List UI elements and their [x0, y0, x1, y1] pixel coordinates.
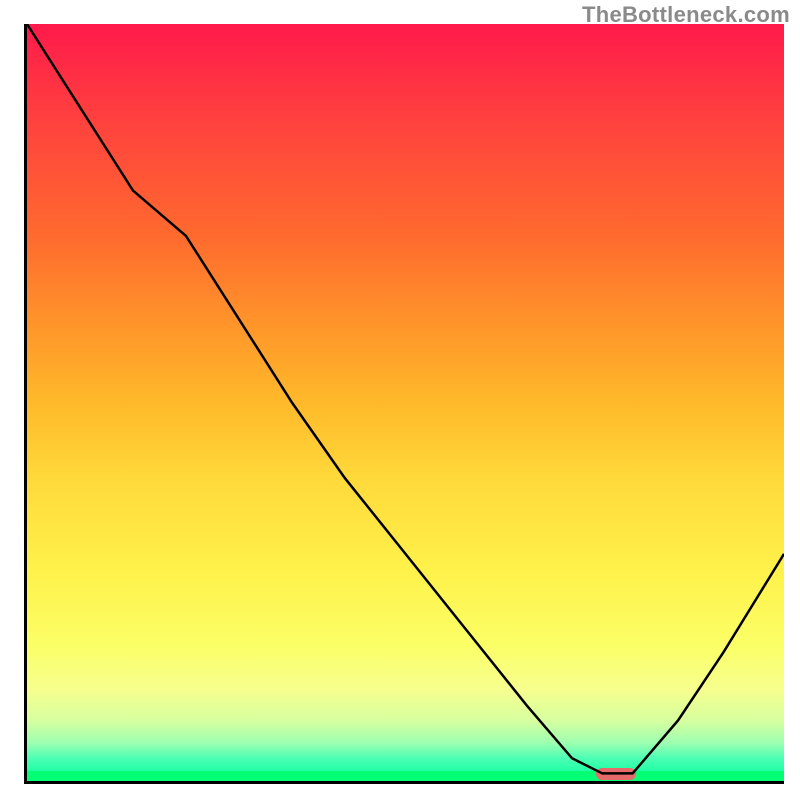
chart-container: TheBottleneck.com: [0, 0, 800, 800]
plot-area: [24, 24, 784, 784]
bottleneck-curve: [27, 24, 784, 781]
